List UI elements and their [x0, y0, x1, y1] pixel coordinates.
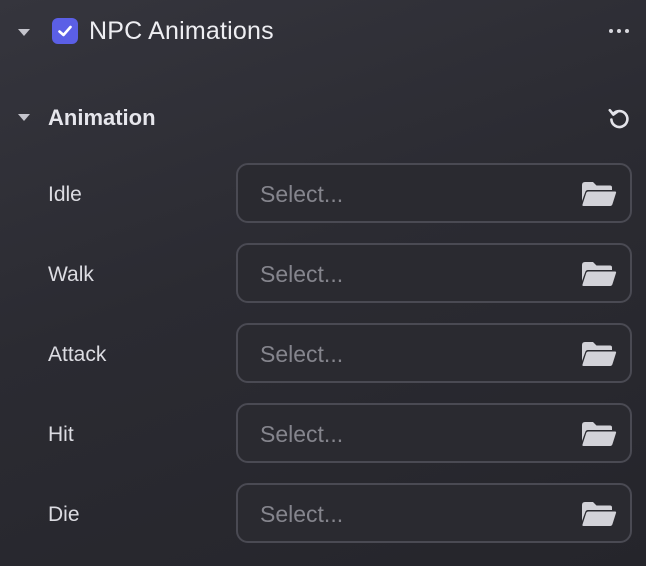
folder-icon	[582, 502, 617, 526]
field-row-attack: Attack Select...	[0, 323, 646, 387]
select-placeholder: Select...	[260, 261, 344, 287]
hit-animation-select[interactable]: Select...	[236, 403, 632, 463]
field-label: Idle	[48, 183, 82, 206]
field-label: Attack	[48, 343, 107, 366]
inspector-panel: NPC Animations Animation Idle Select...	[0, 0, 646, 566]
field-row-hit: Hit Select...	[0, 403, 646, 467]
reset-button[interactable]	[606, 105, 632, 131]
folder-icon	[582, 262, 617, 286]
select-placeholder: Select...	[260, 501, 344, 527]
browse-button[interactable]	[580, 179, 618, 209]
component-header[interactable]: NPC Animations	[0, 8, 646, 54]
animation-section-header[interactable]: Animation	[0, 98, 646, 138]
walk-animation-select[interactable]: Select...	[236, 243, 632, 303]
caret-down-icon[interactable]	[18, 114, 30, 121]
idle-animation-select[interactable]: Select...	[236, 163, 632, 223]
folder-icon	[582, 422, 617, 446]
reset-icon	[608, 108, 629, 129]
field-row-walk: Walk Select...	[0, 243, 646, 307]
die-animation-select[interactable]: Select...	[236, 483, 632, 543]
section-title: Animation	[48, 105, 156, 130]
more-horizontal-icon	[609, 29, 613, 33]
more-options-button[interactable]	[604, 21, 634, 41]
field-label: Hit	[48, 423, 74, 446]
field-label: Die	[48, 503, 80, 526]
browse-button[interactable]	[580, 419, 618, 449]
attack-animation-select[interactable]: Select...	[236, 323, 632, 383]
browse-button[interactable]	[580, 499, 618, 529]
enable-checkbox[interactable]	[52, 18, 78, 44]
field-row-die: Die Select...	[0, 483, 646, 547]
browse-button[interactable]	[580, 339, 618, 369]
field-label: Walk	[48, 263, 94, 286]
check-icon	[58, 25, 72, 37]
folder-icon	[582, 342, 617, 366]
component-title: NPC Animations	[89, 17, 274, 45]
folder-icon	[582, 182, 617, 206]
caret-down-icon[interactable]	[18, 29, 30, 36]
field-row-idle: Idle Select...	[0, 163, 646, 227]
select-placeholder: Select...	[260, 181, 344, 207]
select-placeholder: Select...	[260, 421, 344, 447]
select-placeholder: Select...	[260, 341, 344, 367]
browse-button[interactable]	[580, 259, 618, 289]
